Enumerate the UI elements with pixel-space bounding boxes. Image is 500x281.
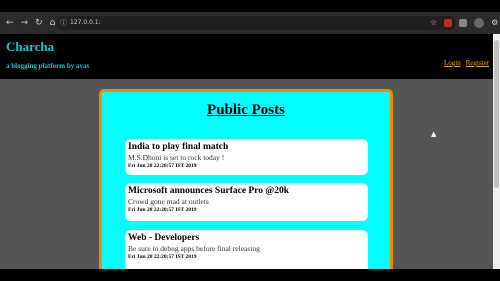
site-header bbox=[0, 34, 493, 79]
forward-icon[interactable]: → bbox=[21, 17, 29, 29]
post-card[interactable]: Microsoft announces Surface Pro @20k Cro… bbox=[125, 183, 368, 221]
post-title[interactable]: Web - Developers bbox=[128, 232, 365, 244]
back-icon[interactable]: ← bbox=[6, 17, 14, 29]
post-timestamp: Fri Jun 28 22:20:57 IST 2019 bbox=[128, 254, 197, 260]
extension-icon[interactable] bbox=[459, 19, 468, 27]
post-title[interactable]: India to play final match bbox=[128, 141, 365, 153]
address-text[interactable]: 127.0.0.1: bbox=[70, 16, 101, 30]
post-body: Crowd gone mad at outlets bbox=[128, 197, 209, 206]
extension-icon[interactable] bbox=[444, 19, 453, 27]
post-body: Be sure to debug apps before final relea… bbox=[128, 244, 260, 253]
os-top-bar bbox=[0, 0, 500, 10]
home-icon[interactable]: ⌂ bbox=[50, 17, 56, 29]
os-bottom-bar bbox=[0, 269, 500, 281]
info-icon[interactable]: ⓘ bbox=[60, 16, 67, 30]
scrollbar-thumb[interactable] bbox=[494, 40, 499, 188]
post-timestamp: Fri Jun 28 22:20:57 IST 2019 bbox=[128, 207, 197, 213]
post-title[interactable]: Microsoft announces Surface Pro @20k bbox=[128, 185, 365, 197]
post-body: M.S.Dhoni is set to rock today ! bbox=[128, 153, 225, 162]
mouse-cursor-icon: ▲ bbox=[431, 130, 437, 138]
browser-nav: ← → ↻ ⌂ bbox=[6, 16, 55, 30]
post-card[interactable]: Web - Developers Be sure to debug apps b… bbox=[125, 230, 368, 269]
profile-avatar[interactable] bbox=[474, 18, 485, 28]
site-tagline: a blogging platform by avas bbox=[6, 62, 90, 70]
panel-title: Public Posts bbox=[207, 102, 285, 118]
browser-actions: ☆ ⚙ bbox=[430, 16, 498, 30]
login-link[interactable]: Login bbox=[444, 59, 461, 67]
post-card[interactable]: India to play final match M.S.Dhoni is s… bbox=[125, 139, 368, 175]
site-brand[interactable]: Charcha bbox=[6, 39, 54, 55]
auth-links: Login Register bbox=[444, 59, 489, 67]
bookmark-star-icon[interactable]: ☆ bbox=[430, 16, 437, 30]
menu-icon[interactable]: ⚙ bbox=[491, 16, 498, 30]
reload-icon[interactable]: ↻ bbox=[35, 17, 43, 29]
post-timestamp: Fri Jun 28 22:20:57 IST 2019 bbox=[128, 163, 197, 169]
address-bar[interactable] bbox=[56, 16, 456, 30]
register-link[interactable]: Register bbox=[466, 59, 489, 67]
